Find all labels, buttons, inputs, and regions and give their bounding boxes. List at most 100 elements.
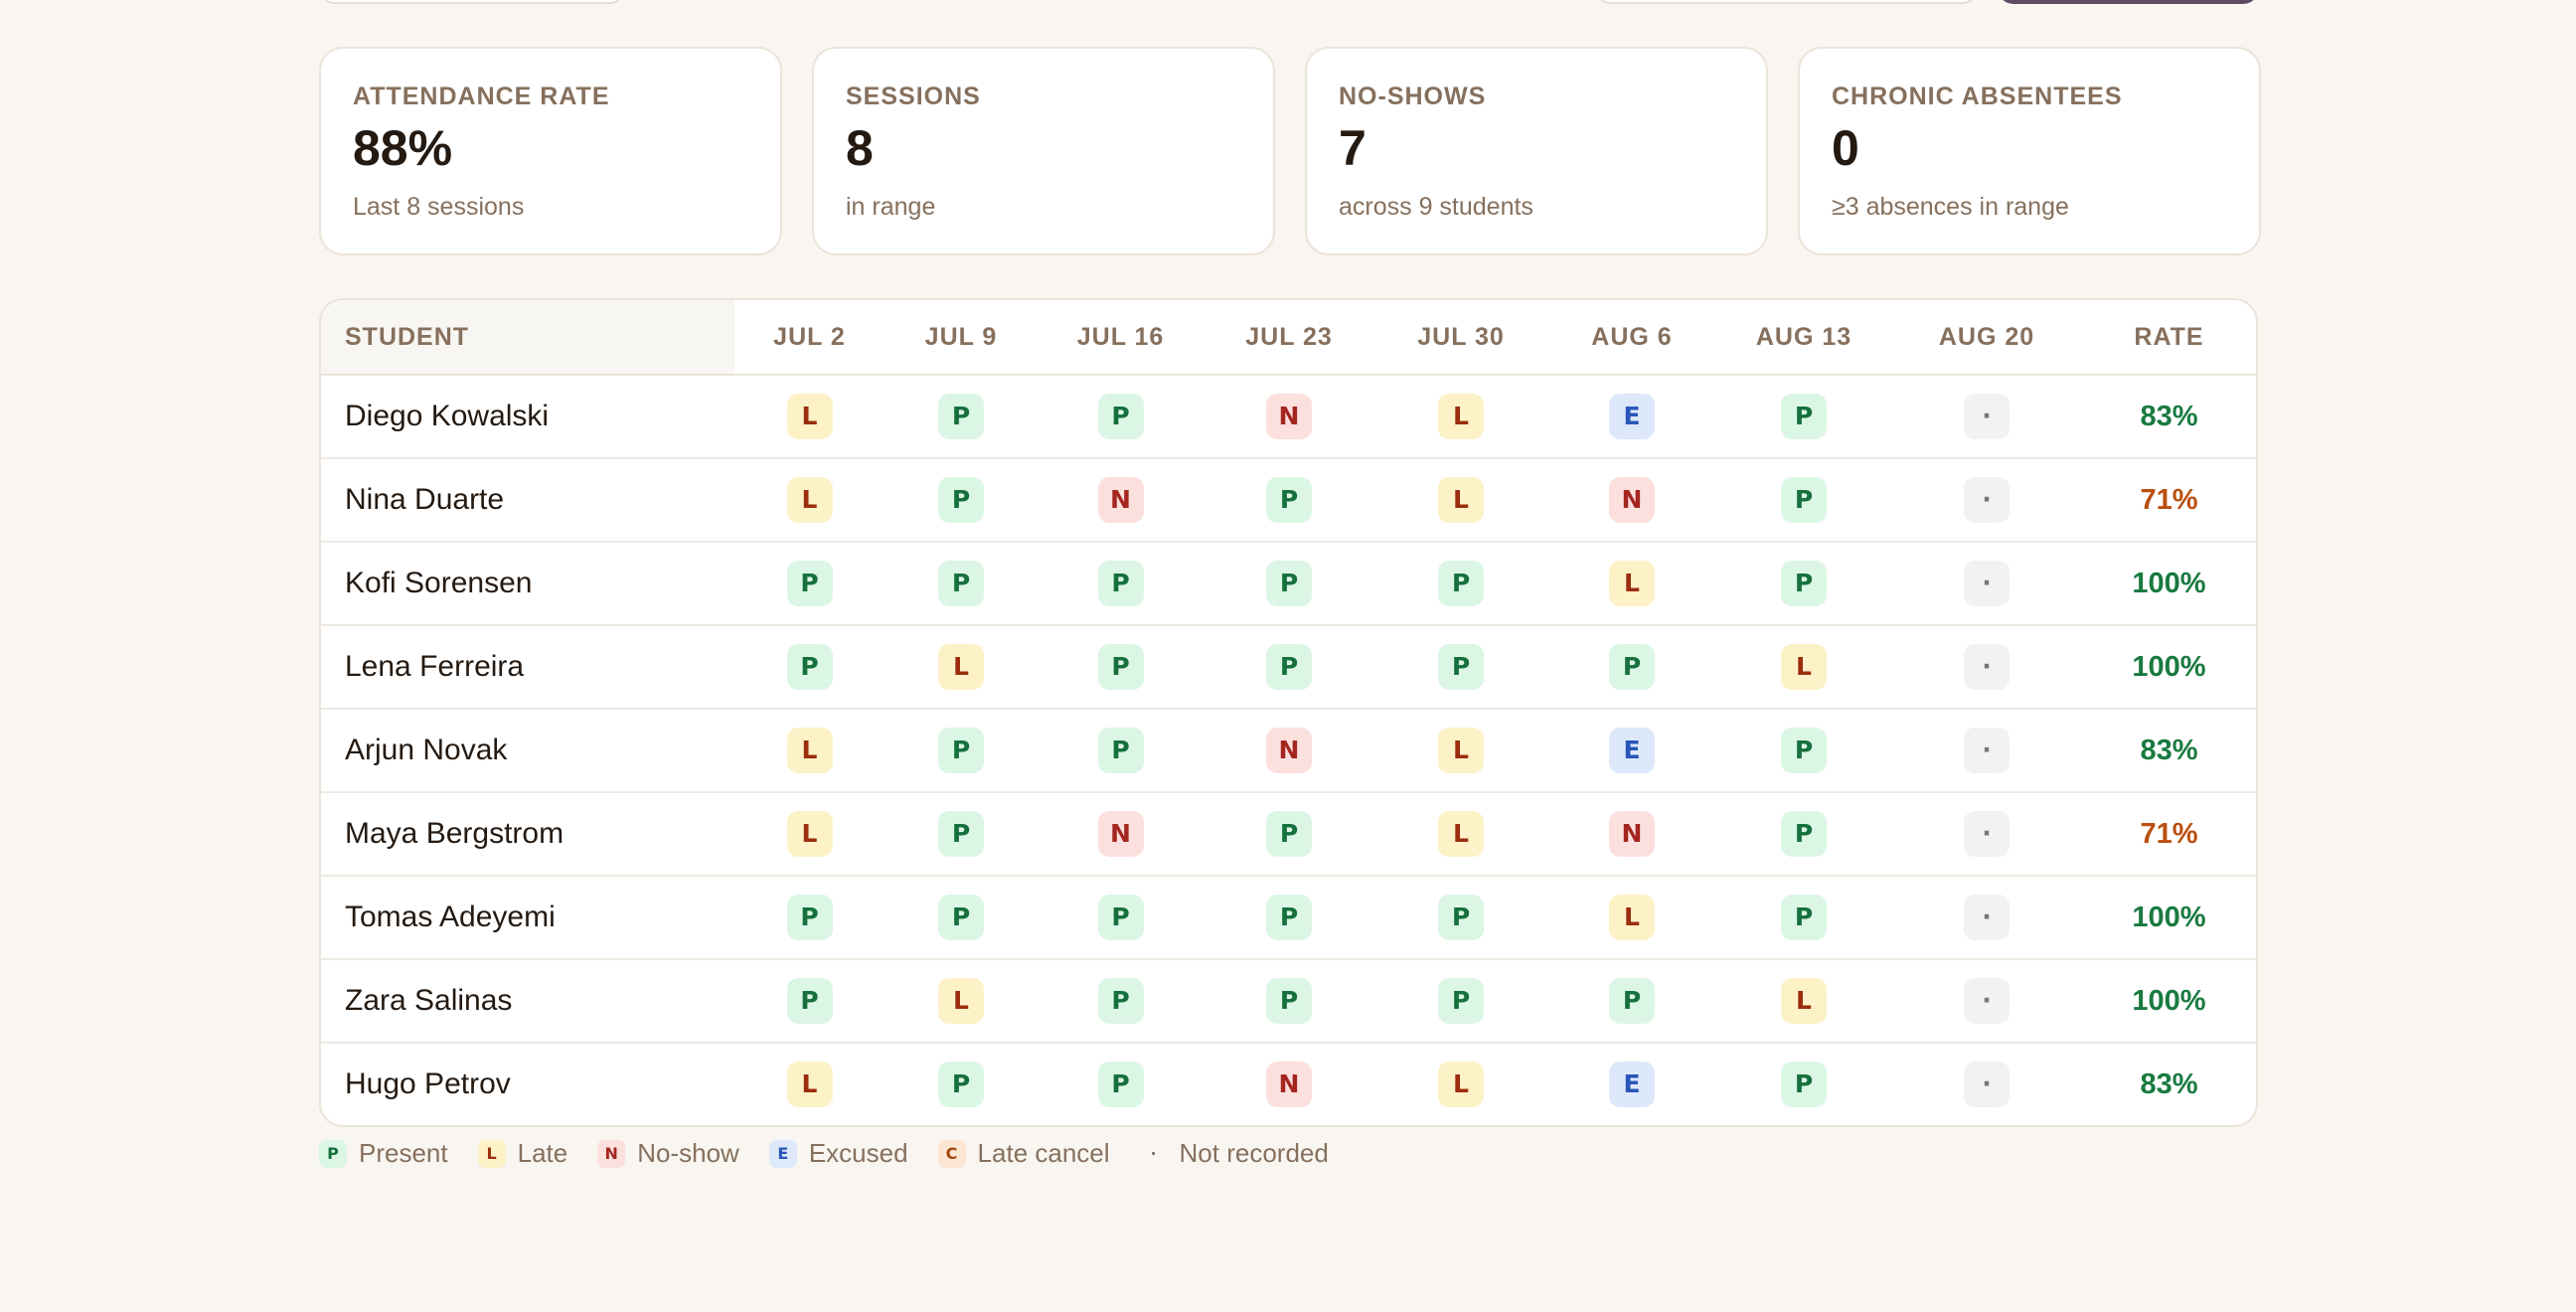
attendance-badge[interactable]: P (1781, 1062, 1827, 1107)
attendance-badge[interactable]: N (1266, 728, 1312, 773)
attendance-badge[interactable]: P (938, 394, 984, 439)
attendance-badge[interactable]: P (1097, 394, 1144, 439)
attendance-badge[interactable]: · (1964, 644, 2010, 690)
attendance-badge[interactable]: P (938, 728, 984, 773)
table-row[interactable]: Nina Duarte L P N P L N P · 71% (321, 458, 2256, 543)
attendance-badge[interactable]: P (1781, 561, 1827, 606)
attendance-badge[interactable]: P (1097, 895, 1144, 940)
attendance-badge[interactable]: P (1781, 477, 1827, 523)
attendance-badge[interactable]: P (1097, 728, 1144, 773)
attendance-cell: P (1716, 375, 1891, 459)
table-row[interactable]: Hugo Petrov L P P N L E P · 83% (321, 1043, 2256, 1125)
attendance-badge[interactable]: P (938, 895, 984, 940)
attendance-badge[interactable]: P (786, 978, 833, 1024)
attendance-badge[interactable]: L (1609, 895, 1655, 940)
student-name[interactable]: Arjun Novak (321, 709, 734, 793)
attendance-badge[interactable]: P (1266, 477, 1312, 523)
attendance-badge[interactable]: L (1781, 644, 1827, 690)
table-row[interactable]: Kofi Sorensen P P P P P L P · 100% (321, 542, 2256, 626)
attendance-badge[interactable]: L (938, 978, 984, 1024)
attendance-badge[interactable]: P (1781, 811, 1827, 857)
attendance-badge[interactable]: · (1964, 978, 2010, 1024)
attendance-badge[interactable]: P (1097, 644, 1144, 690)
attendance-badge[interactable]: P (786, 644, 833, 690)
primary-action-button[interactable] (1998, 0, 2259, 4)
attendance-table: Student Jul 2 Jul 9 Jul 16 Jul 23 Jul 30 Aug 6… (319, 298, 2258, 1127)
attendance-badge[interactable]: P (1266, 811, 1312, 857)
attendance-badge[interactable]: P (1781, 728, 1827, 773)
table-row[interactable]: Zara Salinas P L P P P P L · 100% (321, 959, 2256, 1044)
attendance-badge[interactable]: L (786, 394, 833, 439)
attendance-badge[interactable]: P (1438, 895, 1484, 940)
attendance-badge[interactable]: P (786, 561, 833, 606)
column-header-date: Jul 2 (734, 300, 885, 376)
attendance-badge[interactable]: P (1097, 561, 1144, 606)
attendance-badge[interactable]: N (1266, 394, 1312, 439)
attendance-badge[interactable]: P (938, 1062, 984, 1107)
attendance-badge[interactable]: L (1438, 728, 1484, 773)
attendance-badge[interactable]: N (1609, 477, 1655, 523)
attendance-badge[interactable]: P (786, 895, 833, 940)
attendance-badge[interactable]: P (1266, 895, 1312, 940)
attendance-badge[interactable]: L (1609, 561, 1655, 606)
attendance-badge[interactable]: E (1609, 394, 1655, 439)
attendance-badge[interactable]: P (1266, 561, 1312, 606)
attendance-badge[interactable]: P (1438, 561, 1484, 606)
student-name[interactable]: Zara Salinas (321, 959, 734, 1044)
attendance-badge[interactable]: L (1438, 1062, 1484, 1107)
attendance-badge[interactable]: E (1609, 1062, 1655, 1107)
attendance-badge[interactable]: L (786, 1062, 833, 1107)
attendance-badge[interactable]: P (1097, 1062, 1144, 1107)
attendance-badge[interactable]: L (786, 728, 833, 773)
attendance-badge[interactable]: P (1609, 644, 1655, 690)
attendance-badge[interactable]: · (1964, 811, 2010, 857)
student-name[interactable]: Maya Bergstrom (321, 792, 734, 877)
attendance-badge[interactable]: P (938, 811, 984, 857)
attendance-badge[interactable]: L (786, 477, 833, 523)
attendance-badge[interactable]: P (1438, 978, 1484, 1024)
attendance-badge[interactable]: P (938, 477, 984, 523)
table-row[interactable]: Arjun Novak L P P N L E P · 83% (321, 709, 2256, 793)
table-row[interactable]: Diego Kowalski L P P N L E P · 83% (321, 375, 2256, 459)
attendance-badge[interactable]: L (1438, 477, 1484, 523)
legend-label: Not recorded (1179, 1138, 1329, 1168)
attendance-badge[interactable]: L (1781, 978, 1827, 1024)
attendance-badge[interactable]: P (938, 561, 984, 606)
legend-item: L Late (477, 1138, 567, 1169)
table-row[interactable]: Lena Ferreira P L P P P P L · 100% (321, 625, 2256, 710)
date-range-picker[interactable] (320, 0, 624, 4)
attendance-cell: P (1547, 959, 1716, 1044)
attendance-badge[interactable]: N (1609, 811, 1655, 857)
attendance-badge[interactable]: E (1609, 728, 1655, 773)
attendance-badge[interactable]: · (1964, 561, 2010, 606)
attendance-badge[interactable]: L (1438, 394, 1484, 439)
table-row[interactable]: Tomas Adeyemi P P P P P L P · 100% (321, 876, 2256, 960)
table-row[interactable]: Maya Bergstrom L P N P L N P · 71% (321, 792, 2256, 877)
student-name[interactable]: Tomas Adeyemi (321, 876, 734, 960)
student-name[interactable]: Diego Kowalski (321, 375, 734, 459)
attendance-badge[interactable]: N (1097, 477, 1144, 523)
attendance-badge[interactable]: P (1438, 644, 1484, 690)
attendance-badge[interactable]: P (1266, 978, 1312, 1024)
attendance-badge[interactable]: P (1781, 895, 1827, 940)
attendance-badge[interactable]: N (1097, 811, 1144, 857)
attendance-badge[interactable]: L (786, 811, 833, 857)
student-name[interactable]: Nina Duarte (321, 458, 734, 543)
attendance-badge[interactable]: P (1266, 644, 1312, 690)
attendance-badge[interactable]: N (1266, 1062, 1312, 1107)
student-name[interactable]: Hugo Petrov (321, 1043, 734, 1125)
student-name[interactable]: Kofi Sorensen (321, 542, 734, 626)
student-name[interactable]: Lena Ferreira (321, 625, 734, 710)
attendance-badge[interactable]: L (938, 644, 984, 690)
attendance-badge[interactable]: · (1964, 728, 2010, 773)
attendance-badge[interactable]: · (1964, 1062, 2010, 1107)
filter-select[interactable] (1596, 0, 1977, 4)
attendance-badge[interactable]: P (1609, 978, 1655, 1024)
attendance-badge[interactable]: · (1964, 394, 2010, 439)
attendance-badge[interactable]: · (1964, 895, 2010, 940)
attendance-badge[interactable]: P (1781, 394, 1827, 439)
attendance-badge[interactable]: L (1438, 811, 1484, 857)
attendance-badge[interactable]: · (1964, 477, 2010, 523)
attendance-badge[interactable]: P (1097, 978, 1144, 1024)
attendance-cell: P (1204, 625, 1374, 710)
